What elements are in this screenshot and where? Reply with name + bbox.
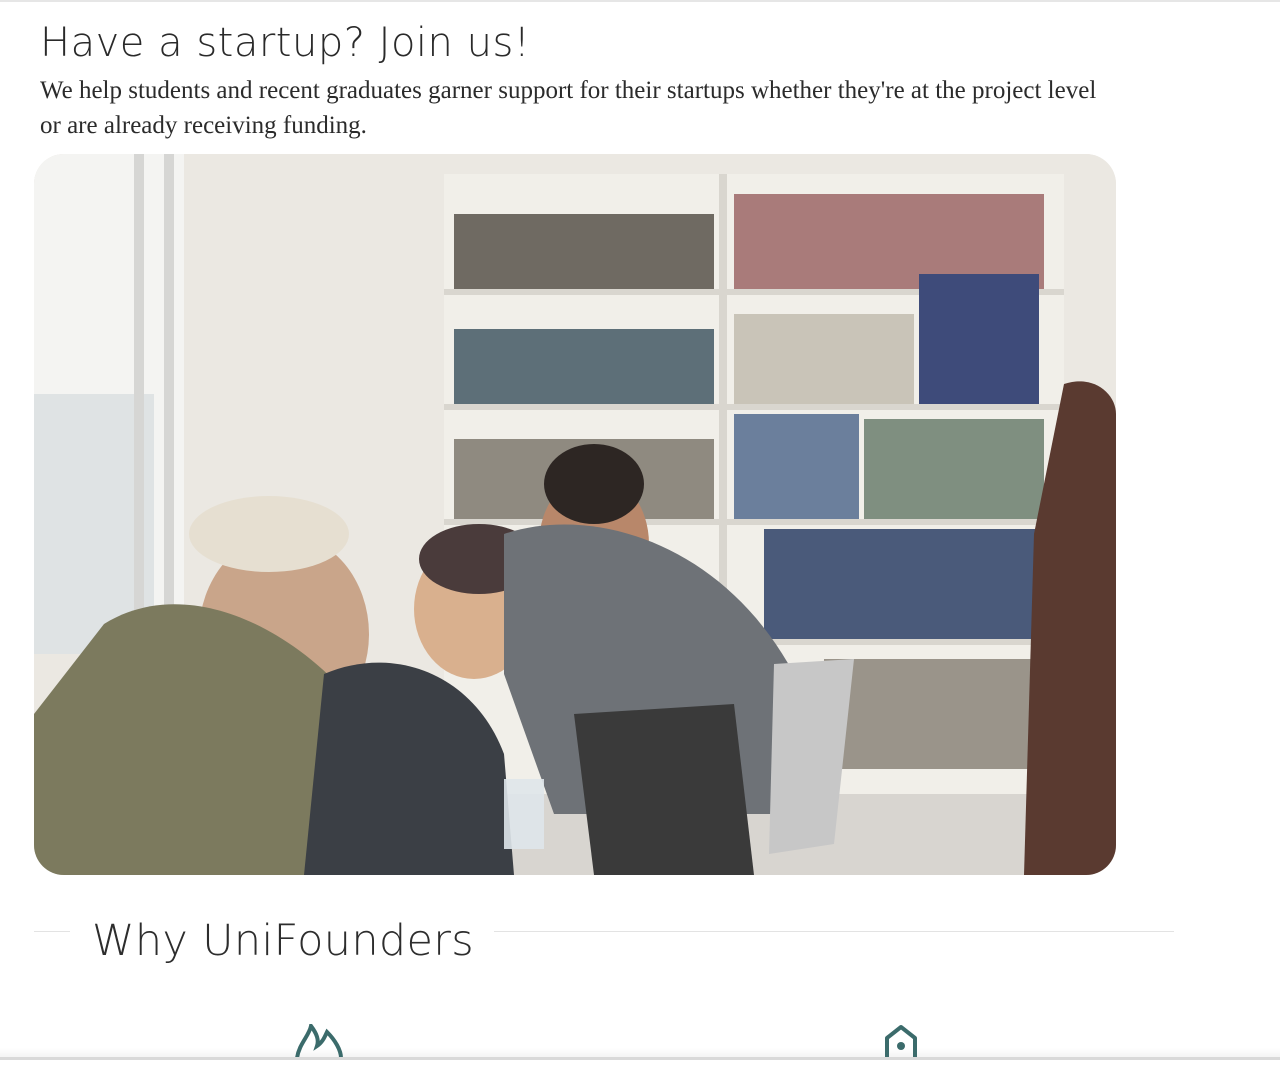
features-strip [0, 1000, 1280, 1060]
divider-right [494, 931, 1174, 932]
why-title: Why UniFounders [92, 916, 474, 966]
why-section-header: Why UniFounders [34, 910, 1174, 970]
hero-photo [34, 154, 1116, 875]
top-divider [0, 0, 1280, 2]
divider-left [34, 931, 70, 932]
hero-subtitle: We help students and recent graduates ga… [40, 77, 1097, 139]
hero-title: Have a startup? Join us! [40, 20, 531, 66]
